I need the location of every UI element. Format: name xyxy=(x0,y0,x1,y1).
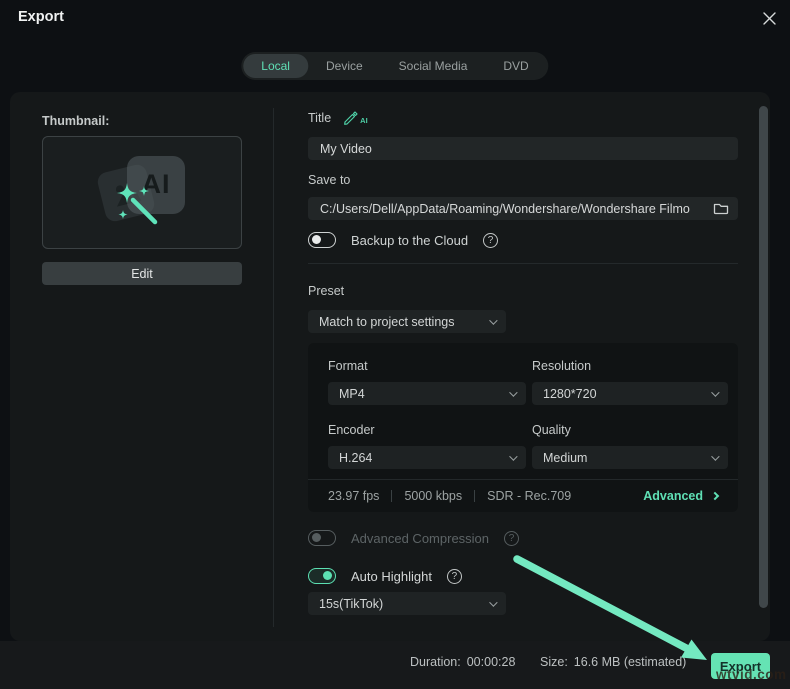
backup-help-icon[interactable]: ? xyxy=(483,233,498,248)
ai-thumbnail-icon: AI xyxy=(87,150,197,236)
chevron-down-icon xyxy=(489,598,497,606)
close-icon[interactable] xyxy=(759,8,779,28)
chevron-down-icon xyxy=(711,452,719,460)
auto-highlight-toggle[interactable] xyxy=(308,568,336,584)
preset-label: Preset xyxy=(308,284,344,298)
tab-dvd[interactable]: DVD xyxy=(485,54,546,78)
advanced-compression-label: Advanced Compression xyxy=(351,531,489,546)
title-label: Title xyxy=(308,111,331,125)
quality-dropdown[interactable]: Medium xyxy=(532,446,728,469)
column-divider xyxy=(273,108,274,627)
export-settings-panel: Thumbnail: AI Edit xyxy=(10,92,770,641)
chevron-down-icon xyxy=(509,452,517,460)
thumbnail-label: Thumbnail: xyxy=(42,114,109,128)
auto-highlight-help-icon[interactable]: ? xyxy=(447,569,462,584)
title-input[interactable]: My Video xyxy=(308,137,738,160)
backup-cloud-label: Backup to the Cloud xyxy=(351,233,468,248)
quality-label: Quality xyxy=(532,423,571,437)
advanced-compression-help-icon[interactable]: ? xyxy=(504,531,519,546)
format-dropdown[interactable]: MP4 xyxy=(328,382,526,405)
export-dialog: Export Local Device Social Media DVD Thu… xyxy=(0,0,790,689)
watermark: wtvid.com xyxy=(716,667,787,682)
fps-value: 23.97 fps xyxy=(328,489,379,503)
resolution-dropdown[interactable]: 1280*720 xyxy=(532,382,728,405)
duration-label: Duration: xyxy=(410,655,461,669)
separator xyxy=(391,490,392,502)
save-to-input[interactable]: C:/Users/Dell/AppData/Roaming/Wondershar… xyxy=(308,197,738,220)
preset-dropdown[interactable]: Match to project settings xyxy=(308,310,506,333)
chevron-right-icon xyxy=(711,492,719,500)
auto-highlight-label: Auto Highlight xyxy=(351,569,432,584)
chevron-down-icon xyxy=(509,388,517,396)
format-summary-row: 23.97 fps 5000 kbps SDR - Rec.709 Advanc… xyxy=(308,479,738,512)
backup-cloud-toggle[interactable] xyxy=(308,232,336,248)
color-range-value: SDR - Rec.709 xyxy=(487,489,571,503)
chevron-down-icon xyxy=(711,388,719,396)
save-to-label: Save to xyxy=(308,173,350,187)
advanced-settings-link[interactable]: Advanced xyxy=(643,489,718,503)
format-settings-box: Format Resolution MP4 1280*720 Encoder Q… xyxy=(308,343,738,512)
footer-bar: Duration: 00:00:28 Size: 16.6 MB (estima… xyxy=(0,641,790,689)
section-divider xyxy=(308,263,738,264)
thumbnail-preview[interactable]: AI xyxy=(42,136,242,249)
encoder-dropdown[interactable]: H.264 xyxy=(328,446,526,469)
vertical-scrollbar[interactable] xyxy=(759,106,768,608)
chevron-down-icon xyxy=(489,316,497,324)
export-target-tabs: Local Device Social Media DVD xyxy=(241,52,548,80)
resolution-label: Resolution xyxy=(532,359,591,373)
tab-device[interactable]: Device xyxy=(308,54,381,78)
edit-thumbnail-button[interactable]: Edit xyxy=(42,262,242,285)
separator xyxy=(474,490,475,502)
dialog-title: Export xyxy=(18,9,64,25)
auto-highlight-duration-dropdown[interactable]: 15s(TikTok) xyxy=(308,592,506,615)
format-label: Format xyxy=(328,359,368,373)
bitrate-value: 5000 kbps xyxy=(404,489,462,503)
advanced-compression-toggle[interactable] xyxy=(308,530,336,546)
duration-value: 00:00:28 xyxy=(467,655,516,669)
ai-pen-icon[interactable]: AI xyxy=(343,109,368,125)
size-value: 16.6 MB (estimated) xyxy=(574,655,687,669)
tab-local[interactable]: Local xyxy=(243,54,308,78)
encoder-label: Encoder xyxy=(328,423,375,437)
magic-wand-icon xyxy=(87,150,197,236)
tab-social-media[interactable]: Social Media xyxy=(381,54,486,78)
size-label: Size: xyxy=(540,655,568,669)
folder-browse-icon[interactable] xyxy=(713,201,729,218)
